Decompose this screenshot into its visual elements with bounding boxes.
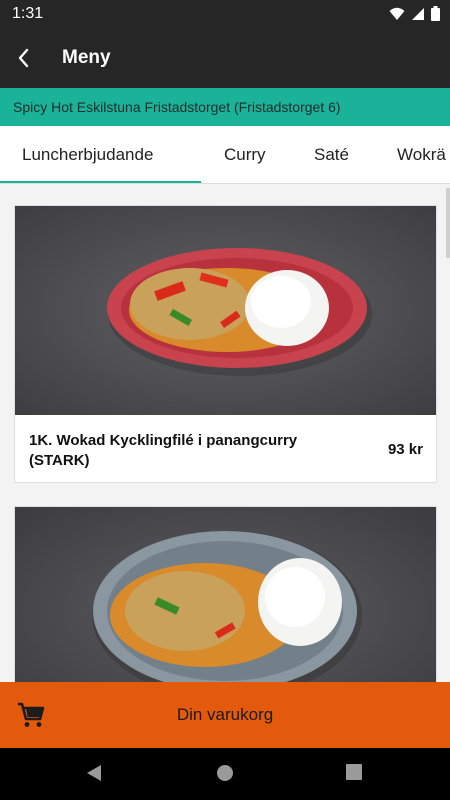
restaurant-location-text: Spicy Hot Eskilstuna Fristadstorget (Fri… [13, 99, 341, 115]
nav-home-icon[interactable] [216, 764, 234, 782]
system-nav-bar [0, 748, 450, 800]
back-button[interactable] [10, 44, 38, 72]
back-arrow-icon [18, 48, 29, 68]
cart-button[interactable]: Din varukorg [0, 682, 450, 748]
tab-wokratter[interactable]: Wokrä [397, 126, 446, 183]
dish-info: 1K. Wokad Kycklingfilé i panangcurry (ST… [15, 415, 436, 482]
nav-recents-icon[interactable] [346, 764, 362, 780]
wifi-icon [389, 7, 405, 20]
scroll-indicator [446, 188, 450, 258]
menu-item-card[interactable]: 1K. Wokad Kycklingfilé i panangcurry (ST… [14, 205, 437, 483]
dish-price: 93 kr [387, 441, 423, 458]
tab-curry[interactable]: Curry [224, 126, 266, 183]
cart-label: Din varukorg [176, 705, 274, 724]
signal-icon [412, 7, 424, 20]
dish-image [15, 507, 436, 682]
status-icons [389, 6, 440, 21]
status-bar: 1:31 [0, 0, 450, 28]
dish-image [15, 206, 436, 415]
status-time: 1:31 [12, 5, 44, 22]
restaurant-location-bar: Spicy Hot Eskilstuna Fristadstorget (Fri… [0, 88, 450, 126]
menu-item-card[interactable] [14, 506, 437, 682]
dish-name: 1K. Wokad Kycklingfilé i panangcurry (ST… [29, 432, 298, 469]
nav-back-icon[interactable] [86, 764, 102, 782]
battery-icon [431, 6, 440, 21]
tab-sate[interactable]: Saté [314, 126, 349, 183]
page-title: Meny [62, 47, 111, 68]
app-bar: Meny [0, 28, 450, 88]
category-tabs: Luncherbjudande Curry Saté Wokrä [0, 126, 450, 184]
menu-list[interactable]: 1K. Wokad Kycklingfilé i panangcurry (ST… [0, 184, 450, 682]
tab-luncherbjudande[interactable]: Luncherbjudande [22, 126, 153, 183]
